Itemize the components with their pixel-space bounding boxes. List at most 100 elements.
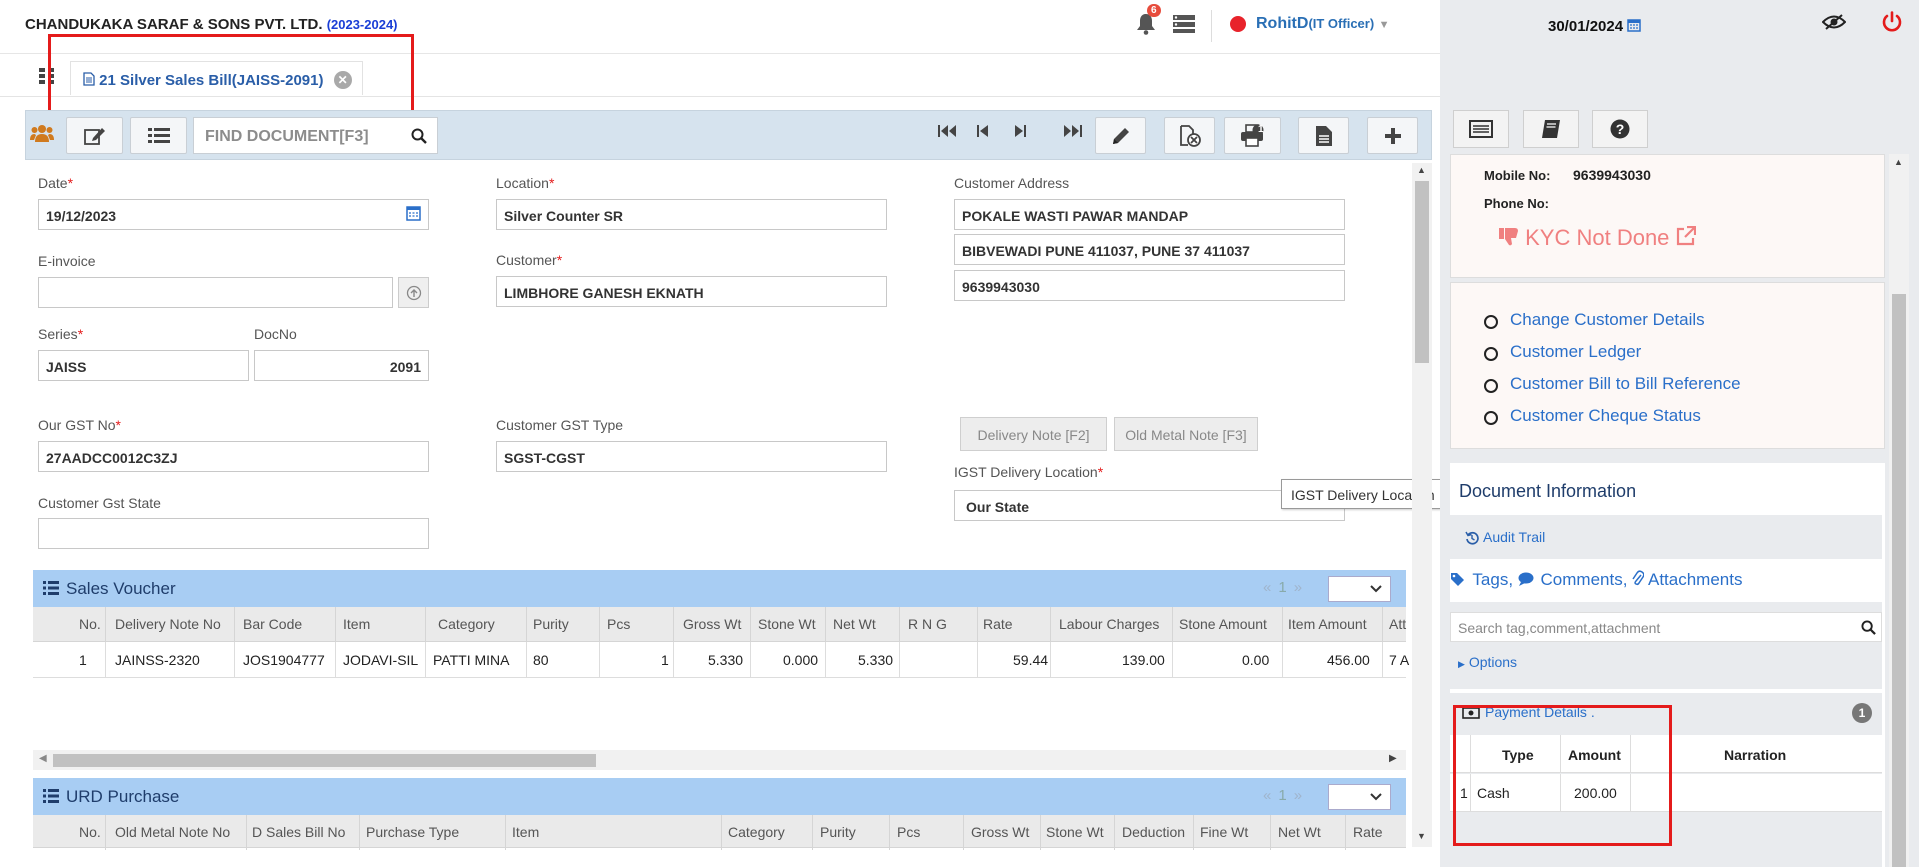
scroll-thumb[interactable] <box>1892 294 1906 867</box>
bill-to-bill-reference-link[interactable]: Customer Bill to Bill Reference <box>1510 374 1741 394</box>
scroll-down-icon[interactable]: ▼ <box>1417 831 1426 841</box>
user-role: (IT Officer) <box>1308 16 1375 31</box>
pager-next[interactable]: » <box>1294 787 1309 804</box>
current-date[interactable]: 30/01/2024 <box>1548 18 1641 35</box>
options-toggle[interactable]: ▶ Options <box>1458 654 1517 670</box>
gst-input[interactable]: 27AADCC0012C3ZJ <box>38 441 429 472</box>
address-line2-input[interactable]: BIBVEWADI PUNE 411037, PUNE 37 411037 <box>954 234 1345 265</box>
address-line3-input[interactable]: 9639943030 <box>954 270 1345 301</box>
power-icon[interactable] <box>1881 11 1903 38</box>
column-divider <box>750 607 751 642</box>
users-icon[interactable] <box>30 123 54 148</box>
radio-customer-ledger[interactable] <box>1484 347 1498 361</box>
docno-label-text: DocNo <box>254 326 297 342</box>
sidebar-details-button[interactable] <box>1453 110 1509 148</box>
pager-page[interactable]: 1 <box>1278 579 1293 596</box>
pager-next[interactable]: » <box>1294 579 1309 596</box>
add-button[interactable] <box>1367 117 1418 154</box>
sidebar-scrollbar[interactable]: ▲ <box>1889 154 1909 867</box>
notifications-button[interactable]: 6 <box>1136 4 1161 40</box>
cancel-document-button[interactable] <box>1164 117 1215 154</box>
comments-icon <box>1518 572 1534 586</box>
tags-link[interactable]: Tags, <box>1472 570 1513 589</box>
edit-button[interactable] <box>1095 117 1146 154</box>
list-view-button[interactable] <box>130 117 187 154</box>
date-input[interactable]: 19/12/2023 <box>38 199 429 230</box>
old-metal-note-button[interactable]: Old Metal Note [F3] <box>1114 417 1258 451</box>
docno-input[interactable]: 2091 <box>254 350 429 381</box>
col-old-metal-note-no: Old Metal Note No <box>115 824 231 840</box>
radio-bill-reference[interactable] <box>1484 379 1498 393</box>
cust-gst-type-value: SGST-CGST <box>504 450 585 466</box>
scroll-up-icon[interactable]: ▲ <box>1417 165 1426 175</box>
comments-link[interactable]: Comments, <box>1541 570 1628 589</box>
audit-trail-link[interactable]: Audit Trail <box>1483 529 1545 545</box>
sidebar-book-button[interactable] <box>1523 110 1579 148</box>
customer-input[interactable]: LIMBHORE GANESH EKNATH <box>496 276 887 307</box>
customer-ledger-link[interactable]: Customer Ledger <box>1510 342 1641 362</box>
pencil-icon <box>1112 127 1129 144</box>
column-divider <box>899 607 900 642</box>
radio-cheque-status[interactable] <box>1484 411 1498 425</box>
last-record-icon[interactable] <box>1063 123 1083 144</box>
einvoice-input[interactable] <box>38 277 393 308</box>
page-size-select[interactable] <box>1328 576 1391 602</box>
required-marker: * <box>556 252 563 268</box>
col-fine-wt: Fine Wt <box>1200 824 1249 840</box>
col-labour-charges: Labour Charges <box>1059 616 1160 632</box>
sales-voucher-title: Sales Voucher <box>66 579 176 598</box>
radio-change-customer[interactable] <box>1484 315 1498 329</box>
scroll-right-icon[interactable]: ▶ <box>1389 753 1397 764</box>
customer-label-text: Customer <box>496 252 557 268</box>
location-input[interactable]: Silver Counter SR <box>496 199 887 230</box>
edit-note-button[interactable] <box>66 117 123 154</box>
next-record-icon[interactable] <box>1013 123 1027 144</box>
new-file-button[interactable] <box>1298 117 1349 154</box>
calendar-icon[interactable] <box>406 205 421 221</box>
financial-year: (2023-2024) <box>326 17 398 32</box>
delivery-note-button[interactable]: Delivery Note [F2] <box>960 417 1107 451</box>
scroll-thumb[interactable] <box>53 754 596 767</box>
column-divider <box>1270 815 1271 850</box>
tags-search-input[interactable]: Search tag,comment,attachment <box>1450 612 1882 642</box>
prev-record-icon[interactable] <box>976 123 990 144</box>
user-menu[interactable]: RohitD(IT Officer) ▼ <box>1256 15 1390 33</box>
col-gross-wt: Gross Wt <box>971 824 1030 840</box>
column-divider <box>425 607 426 642</box>
table-row[interactable]: 1 JAINSS-2320 JOS1904777 JODAVI-SIL PATT… <box>33 642 1409 678</box>
list-icon <box>43 789 59 803</box>
col-pcs: Pcs <box>607 616 631 632</box>
scroll-left-icon[interactable]: ◀ <box>39 753 47 764</box>
scroll-up-icon[interactable]: ▲ <box>1894 157 1903 167</box>
server-icon[interactable] <box>1172 14 1196 39</box>
print-button[interactable]: 1 <box>1224 117 1281 154</box>
gst-value: 27AADCC0012C3ZJ <box>46 450 178 466</box>
find-document-input[interactable]: FIND DOCUMENT[F3] <box>193 117 438 154</box>
first-record-icon[interactable] <box>937 123 957 144</box>
pager-page[interactable]: 1 <box>1278 787 1293 804</box>
eye-slash-icon[interactable] <box>1821 13 1847 36</box>
caret-down-icon: ▼ <box>1378 19 1390 31</box>
sidebar-help-button[interactable]: ? <box>1592 110 1648 148</box>
attachments-link[interactable]: Attachments <box>1648 570 1743 589</box>
tags-search-box: Search tag,comment,attachment ▶ Options <box>1450 602 1882 689</box>
pager-prev[interactable]: « <box>1263 579 1278 596</box>
main-vertical-scrollbar[interactable]: ▲ ▼ <box>1412 163 1432 847</box>
cust-gst-type-label-text: Customer GST Type <box>496 417 624 433</box>
cust-gst-state-input[interactable] <box>38 518 429 549</box>
change-customer-details-link[interactable]: Change Customer Details <box>1510 310 1705 330</box>
kyc-status[interactable]: KYC Not Done <box>1499 225 1696 251</box>
audit-trail-row[interactable]: Audit Trail <box>1450 515 1882 559</box>
series-input[interactable]: JAISS <box>38 350 249 381</box>
delivery-note-label: Delivery Note [F2] <box>977 427 1090 443</box>
customer-cheque-status-link[interactable]: Customer Cheque Status <box>1510 406 1701 426</box>
plus-icon <box>1384 127 1401 144</box>
scroll-thumb[interactable] <box>1415 181 1429 363</box>
cust-gst-type-input[interactable]: SGST-CGST <box>496 441 887 472</box>
horizontal-scrollbar[interactable]: ◀ ▶ <box>33 750 1406 770</box>
address-line1-input[interactable]: POKALE WASTI PAWAR MANDAP <box>954 199 1345 230</box>
column-divider <box>1382 607 1383 642</box>
page-size-select[interactable] <box>1328 784 1391 810</box>
pager-prev[interactable]: « <box>1263 787 1278 804</box>
upload-button[interactable] <box>398 277 429 308</box>
